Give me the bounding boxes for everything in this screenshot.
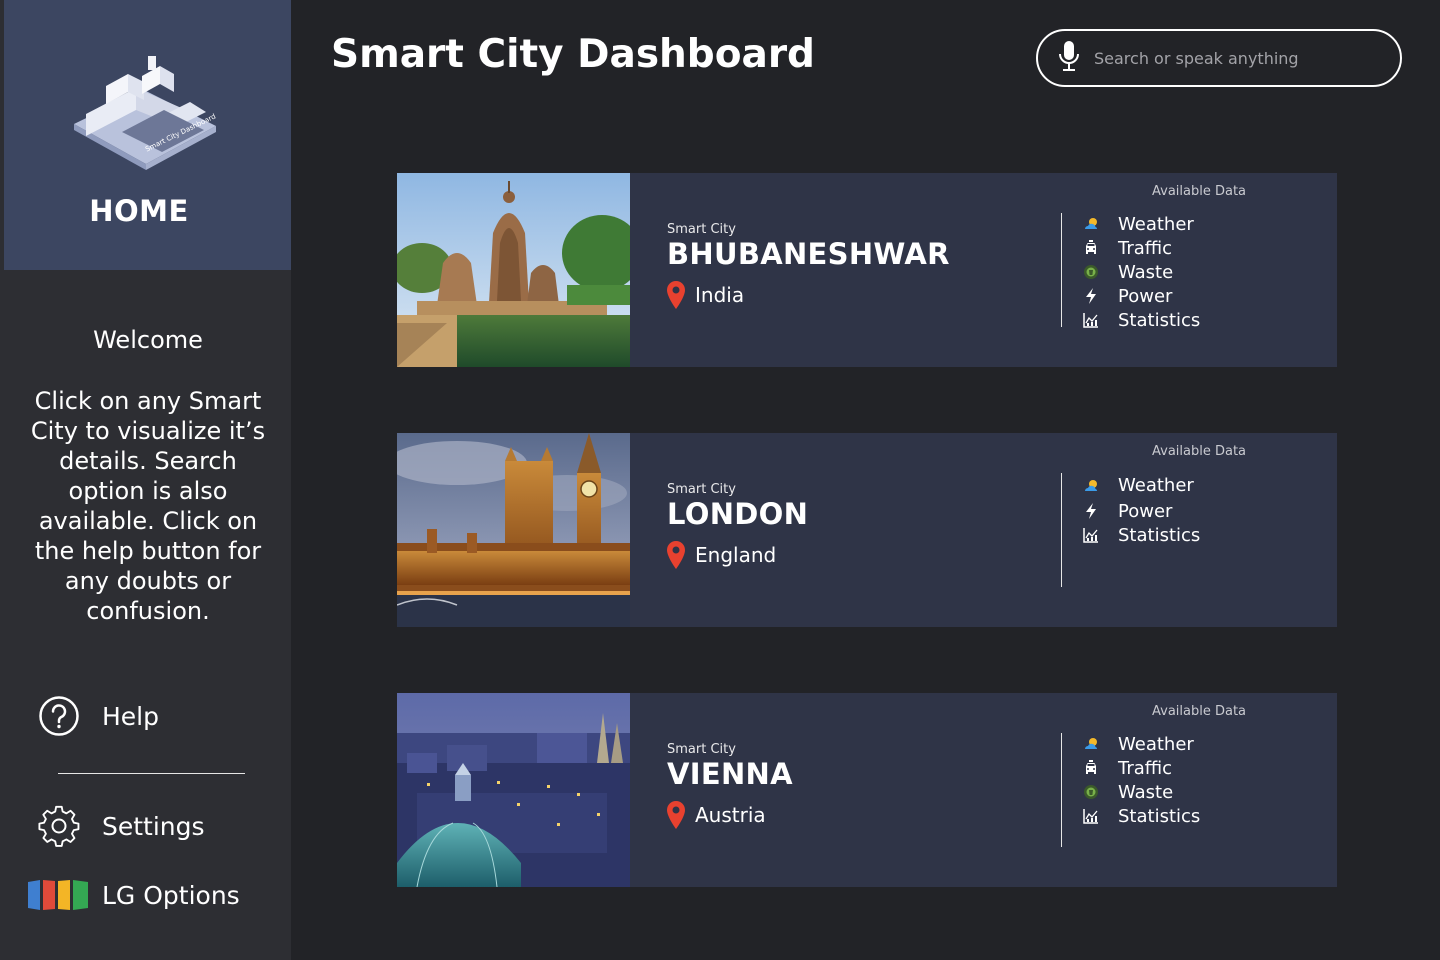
waste-icon bbox=[1083, 784, 1099, 800]
settings-button[interactable]: Settings bbox=[36, 804, 205, 848]
help-button[interactable]: Help bbox=[36, 694, 159, 738]
welcome-title: Welcome bbox=[93, 326, 203, 354]
sidebar: Smart City Dashboard HOME Welcome Click … bbox=[0, 0, 291, 960]
data-item-statistics[interactable]: Statistics bbox=[1083, 308, 1200, 332]
power-icon bbox=[1083, 288, 1099, 304]
gear-icon bbox=[36, 804, 82, 848]
city-logo-icon: Smart City Dashboard bbox=[74, 56, 217, 170]
home-label: HOME bbox=[89, 194, 189, 228]
city-card-bhubaneshwar[interactable]: Smart City BHUBANESHWAR India Available … bbox=[397, 173, 1337, 367]
page-title: Smart City Dashboard bbox=[331, 32, 815, 77]
city-kicker: Smart City bbox=[667, 742, 736, 757]
city-photo-dome bbox=[397, 693, 630, 887]
microphone-icon[interactable] bbox=[1058, 40, 1080, 76]
city-location: Austria bbox=[667, 801, 766, 829]
waste-icon bbox=[1083, 264, 1099, 280]
city-name: LONDON bbox=[667, 497, 809, 531]
data-item-traffic[interactable]: Traffic bbox=[1083, 236, 1200, 260]
statistics-icon bbox=[1083, 312, 1099, 328]
help-icon bbox=[36, 694, 82, 738]
city-card-vienna[interactable]: Smart City VIENNA Austria Available Data… bbox=[397, 693, 1337, 887]
home-button[interactable]: Smart City Dashboard HOME bbox=[4, 0, 291, 270]
traffic-icon bbox=[1083, 240, 1099, 256]
lg-bars-icon bbox=[28, 873, 88, 917]
city-location: India bbox=[667, 281, 744, 309]
search-bar[interactable] bbox=[1036, 29, 1402, 87]
country-label: Austria bbox=[695, 803, 766, 827]
city-name: BHUBANESHWAR bbox=[667, 237, 950, 271]
weather-icon bbox=[1083, 478, 1099, 494]
city-name: VIENNA bbox=[667, 757, 793, 791]
data-item-statistics[interactable]: Statistics bbox=[1083, 523, 1200, 547]
lg-options-label: LG Options bbox=[102, 880, 240, 910]
available-data-list: Weather Traffic Waste Power Statistics bbox=[1083, 212, 1200, 332]
statistics-icon bbox=[1083, 808, 1099, 824]
help-label: Help bbox=[102, 701, 159, 731]
data-item-weather[interactable]: Weather bbox=[1083, 732, 1200, 756]
power-icon bbox=[1083, 503, 1099, 519]
welcome-text: Click on any Smart City to visualize it’… bbox=[30, 387, 266, 625]
available-data-list: Weather Traffic Waste Statistics bbox=[1083, 732, 1200, 828]
city-photo-parliament bbox=[397, 433, 630, 627]
city-location: England bbox=[667, 541, 776, 569]
city-photo-temple bbox=[397, 173, 630, 367]
weather-icon bbox=[1083, 216, 1099, 232]
available-data-list: Weather Power Statistics bbox=[1083, 472, 1200, 547]
available-data-label: Available Data bbox=[1152, 444, 1247, 459]
data-item-waste[interactable]: Waste bbox=[1083, 260, 1200, 284]
data-item-weather[interactable]: Weather bbox=[1083, 212, 1200, 236]
location-pin-icon bbox=[667, 801, 685, 829]
settings-label: Settings bbox=[102, 811, 205, 841]
traffic-icon bbox=[1083, 760, 1099, 776]
search-input[interactable] bbox=[1094, 48, 1364, 68]
country-label: England bbox=[695, 543, 777, 567]
available-data-label: Available Data bbox=[1152, 184, 1247, 199]
data-item-statistics[interactable]: Statistics bbox=[1083, 804, 1200, 828]
sidebar-divider bbox=[58, 773, 245, 774]
card-divider bbox=[1061, 473, 1062, 587]
weather-icon bbox=[1083, 736, 1099, 752]
location-pin-icon bbox=[667, 541, 685, 569]
country-label: India bbox=[695, 283, 745, 307]
data-item-power[interactable]: Power bbox=[1083, 284, 1200, 308]
available-data-label: Available Data bbox=[1152, 704, 1247, 719]
data-item-weather[interactable]: Weather bbox=[1083, 472, 1200, 499]
card-divider bbox=[1061, 213, 1062, 327]
city-kicker: Smart City bbox=[667, 222, 736, 237]
city-kicker: Smart City bbox=[667, 482, 736, 497]
card-divider bbox=[1061, 733, 1062, 847]
statistics-icon bbox=[1083, 527, 1099, 543]
lg-options-button[interactable]: LG Options bbox=[28, 873, 240, 917]
data-item-traffic[interactable]: Traffic bbox=[1083, 756, 1200, 780]
location-pin-icon bbox=[667, 281, 685, 309]
data-item-waste[interactable]: Waste bbox=[1083, 780, 1200, 804]
data-item-power[interactable]: Power bbox=[1083, 499, 1200, 523]
city-card-london[interactable]: Smart City LONDON England Available Data… bbox=[397, 433, 1337, 627]
